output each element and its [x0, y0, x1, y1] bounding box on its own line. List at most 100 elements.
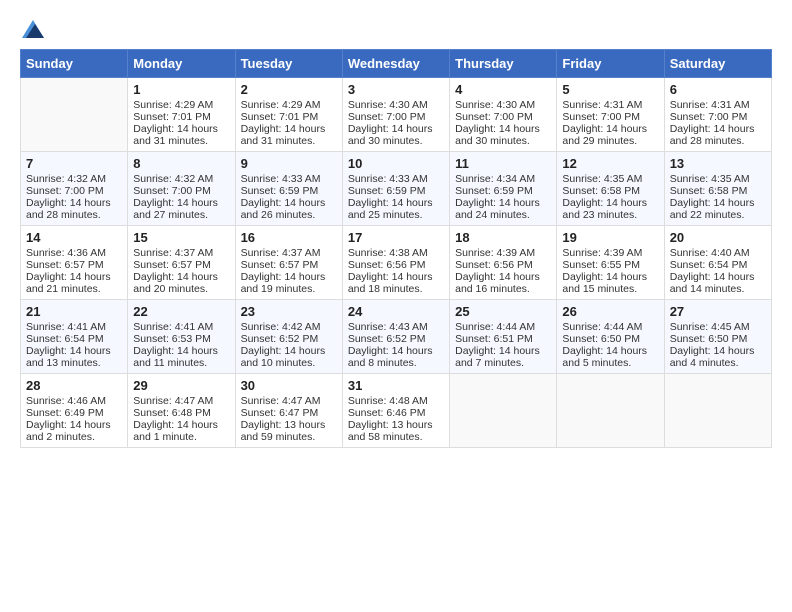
day-number: 30	[241, 378, 337, 393]
daylight-text: Daylight: 14 hours and 26 minutes.	[241, 197, 337, 221]
calendar-table: SundayMondayTuesdayWednesdayThursdayFrid…	[20, 49, 772, 448]
daylight-text: Daylight: 13 hours and 58 minutes.	[348, 419, 444, 443]
sunset-text: Sunset: 6:59 PM	[348, 185, 444, 197]
calendar-cell: 19Sunrise: 4:39 AMSunset: 6:55 PMDayligh…	[557, 226, 664, 300]
sunrise-text: Sunrise: 4:46 AM	[26, 395, 122, 407]
sunrise-text: Sunrise: 4:33 AM	[241, 173, 337, 185]
day-of-week-header: Wednesday	[342, 50, 449, 78]
sunset-text: Sunset: 6:55 PM	[562, 259, 658, 271]
sunset-text: Sunset: 6:58 PM	[562, 185, 658, 197]
sunrise-text: Sunrise: 4:29 AM	[133, 99, 229, 111]
sunrise-text: Sunrise: 4:34 AM	[455, 173, 551, 185]
sunset-text: Sunset: 6:52 PM	[241, 333, 337, 345]
calendar-cell	[557, 374, 664, 448]
day-number: 24	[348, 304, 444, 319]
day-number: 12	[562, 156, 658, 171]
sunset-text: Sunset: 6:54 PM	[26, 333, 122, 345]
calendar-cell: 3Sunrise: 4:30 AMSunset: 7:00 PMDaylight…	[342, 78, 449, 152]
sunset-text: Sunset: 7:00 PM	[348, 111, 444, 123]
sunrise-text: Sunrise: 4:32 AM	[26, 173, 122, 185]
sunset-text: Sunset: 6:59 PM	[455, 185, 551, 197]
sunset-text: Sunset: 6:57 PM	[26, 259, 122, 271]
sunrise-text: Sunrise: 4:38 AM	[348, 247, 444, 259]
sunset-text: Sunset: 6:57 PM	[133, 259, 229, 271]
day-number: 7	[26, 156, 122, 171]
sunrise-text: Sunrise: 4:43 AM	[348, 321, 444, 333]
sunset-text: Sunset: 6:56 PM	[455, 259, 551, 271]
daylight-text: Daylight: 14 hours and 28 minutes.	[26, 197, 122, 221]
calendar-cell: 23Sunrise: 4:42 AMSunset: 6:52 PMDayligh…	[235, 300, 342, 374]
calendar-cell: 24Sunrise: 4:43 AMSunset: 6:52 PMDayligh…	[342, 300, 449, 374]
sunrise-text: Sunrise: 4:47 AM	[133, 395, 229, 407]
day-number: 11	[455, 156, 551, 171]
sunrise-text: Sunrise: 4:48 AM	[348, 395, 444, 407]
sunset-text: Sunset: 7:00 PM	[455, 111, 551, 123]
calendar-cell: 5Sunrise: 4:31 AMSunset: 7:00 PMDaylight…	[557, 78, 664, 152]
daylight-text: Daylight: 14 hours and 14 minutes.	[670, 271, 766, 295]
sunrise-text: Sunrise: 4:42 AM	[241, 321, 337, 333]
calendar-cell: 18Sunrise: 4:39 AMSunset: 6:56 PMDayligh…	[450, 226, 557, 300]
day-number: 26	[562, 304, 658, 319]
daylight-text: Daylight: 14 hours and 8 minutes.	[348, 345, 444, 369]
daylight-text: Daylight: 14 hours and 4 minutes.	[670, 345, 766, 369]
daylight-text: Daylight: 14 hours and 13 minutes.	[26, 345, 122, 369]
sunrise-text: Sunrise: 4:41 AM	[133, 321, 229, 333]
page-header	[20, 20, 772, 39]
day-number: 31	[348, 378, 444, 393]
sunrise-text: Sunrise: 4:45 AM	[670, 321, 766, 333]
sunset-text: Sunset: 6:54 PM	[670, 259, 766, 271]
calendar-cell: 27Sunrise: 4:45 AMSunset: 6:50 PMDayligh…	[664, 300, 771, 374]
calendar-cell: 1Sunrise: 4:29 AMSunset: 7:01 PMDaylight…	[128, 78, 235, 152]
sunset-text: Sunset: 6:51 PM	[455, 333, 551, 345]
sunset-text: Sunset: 6:50 PM	[562, 333, 658, 345]
daylight-text: Daylight: 14 hours and 19 minutes.	[241, 271, 337, 295]
calendar-week-row: 7 Sunrise: 4:32 AM Sunset: 7:00 PM Daylight…	[21, 152, 772, 226]
sunrise-text: Sunrise: 4:35 AM	[670, 173, 766, 185]
daylight-text: Daylight: 14 hours and 23 minutes.	[562, 197, 658, 221]
logo-icon	[22, 20, 44, 43]
daylight-text: Daylight: 14 hours and 30 minutes.	[455, 123, 551, 147]
daylight-text: Daylight: 14 hours and 16 minutes.	[455, 271, 551, 295]
calendar-cell: 21Sunrise: 4:41 AMSunset: 6:54 PMDayligh…	[21, 300, 128, 374]
sunset-text: Sunset: 6:48 PM	[133, 407, 229, 419]
daylight-text: Daylight: 14 hours and 31 minutes.	[133, 123, 229, 147]
sunset-text: Sunset: 6:58 PM	[670, 185, 766, 197]
calendar-cell: 11Sunrise: 4:34 AMSunset: 6:59 PMDayligh…	[450, 152, 557, 226]
sunrise-text: Sunrise: 4:39 AM	[455, 247, 551, 259]
sunset-text: Sunset: 7:00 PM	[133, 185, 229, 197]
daylight-text: Daylight: 14 hours and 11 minutes.	[133, 345, 229, 369]
calendar-week-row: 1Sunrise: 4:29 AMSunset: 7:01 PMDaylight…	[21, 78, 772, 152]
calendar-cell: 9 Sunrise: 4:33 AMSunset: 6:59 PMDaylight…	[235, 152, 342, 226]
day-number: 4	[455, 82, 551, 97]
calendar-week-row: 21Sunrise: 4:41 AMSunset: 6:54 PMDayligh…	[21, 300, 772, 374]
daylight-text: Daylight: 14 hours and 25 minutes.	[348, 197, 444, 221]
calendar-cell: 16Sunrise: 4:37 AMSunset: 6:57 PMDayligh…	[235, 226, 342, 300]
sunrise-text: Sunrise: 4:40 AM	[670, 247, 766, 259]
daylight-text: Daylight: 14 hours and 31 minutes.	[241, 123, 337, 147]
daylight-text: Daylight: 14 hours and 20 minutes.	[133, 271, 229, 295]
day-of-week-header: Saturday	[664, 50, 771, 78]
sunrise-text: Sunrise: 4:41 AM	[26, 321, 122, 333]
sunset-text: Sunset: 6:56 PM	[348, 259, 444, 271]
calendar-cell: 4 Sunrise: 4:30 AMSunset: 7:00 PMDaylight…	[450, 78, 557, 152]
day-number: 9	[241, 156, 337, 171]
sunset-text: Sunset: 6:59 PM	[241, 185, 337, 197]
day-number: 13	[670, 156, 766, 171]
sunset-text: Sunset: 7:00 PM	[670, 111, 766, 123]
day-number: 10	[348, 156, 444, 171]
sunset-text: Sunset: 7:01 PM	[241, 111, 337, 123]
day-number: 5	[562, 82, 658, 97]
sunset-text: Sunset: 7:00 PM	[562, 111, 658, 123]
calendar-cell: 15Sunrise: 4:37 AMSunset: 6:57 PMDayligh…	[128, 226, 235, 300]
day-of-week-header: Tuesday	[235, 50, 342, 78]
daylight-text: Daylight: 14 hours and 2 minutes.	[26, 419, 122, 443]
day-number: 28	[26, 378, 122, 393]
day-number: 2	[241, 82, 337, 97]
calendar-cell: 12Sunrise: 4:35 AMSunset: 6:58 PMDayligh…	[557, 152, 664, 226]
sunrise-text: Sunrise: 4:31 AM	[562, 99, 658, 111]
daylight-text: Daylight: 14 hours and 10 minutes.	[241, 345, 337, 369]
calendar-week-row: 28Sunrise: 4:46 AMSunset: 6:49 PMDayligh…	[21, 374, 772, 448]
sunrise-text: Sunrise: 4:30 AM	[455, 99, 551, 111]
day-number: 15	[133, 230, 229, 245]
sunset-text: Sunset: 6:57 PM	[241, 259, 337, 271]
